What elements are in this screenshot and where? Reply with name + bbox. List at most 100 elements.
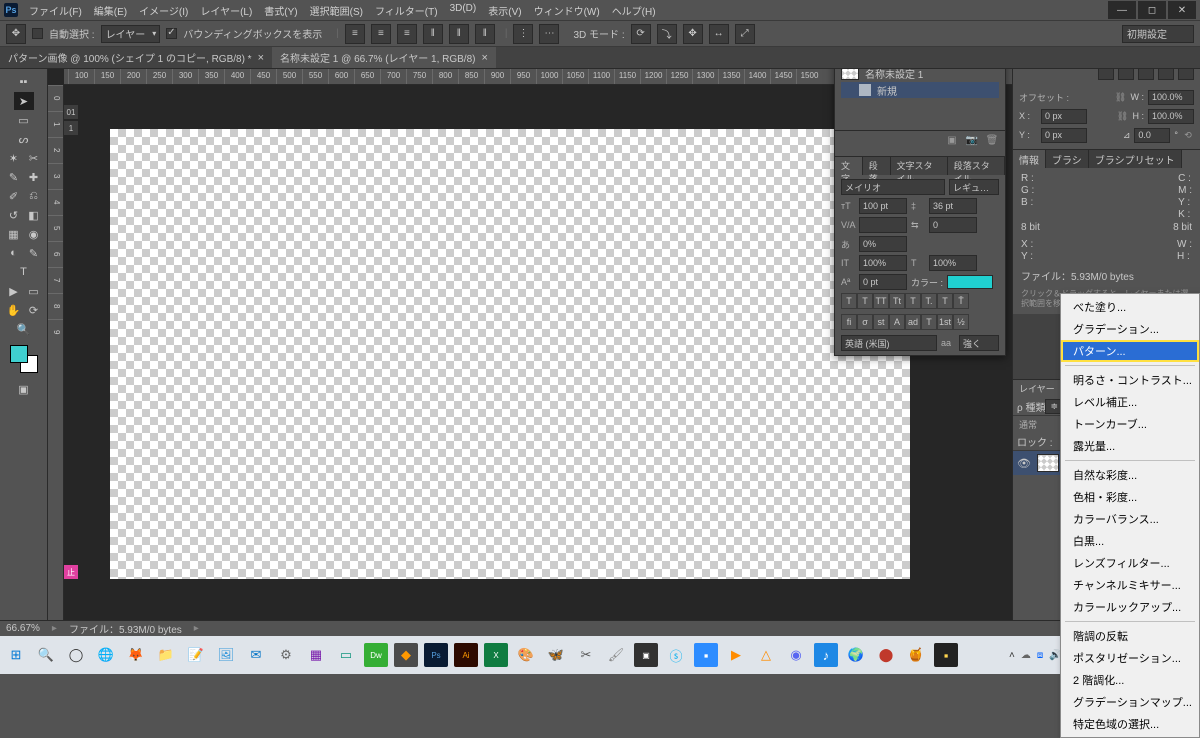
3d-orbit-icon[interactable]: ⟳ — [631, 24, 651, 44]
cloud-icon[interactable]: ☁ — [1021, 650, 1031, 661]
menu-item-1[interactable]: 編集(E) — [89, 1, 132, 20]
chrome-icon[interactable]: 🌐 — [94, 643, 118, 667]
gear-app-icon[interactable]: ⚙ — [274, 643, 298, 667]
hscale-field[interactable]: 100% — [929, 255, 977, 271]
align-top-icon[interactable]: ≡ — [345, 24, 365, 44]
start-button[interactable]: ⊞ — [4, 643, 28, 667]
type-tool[interactable]: T — [14, 263, 34, 281]
color-swatches[interactable] — [10, 345, 38, 373]
workspace-switcher[interactable]: 初期設定 — [1122, 25, 1194, 43]
align-bot-icon[interactable]: ≡ — [397, 24, 417, 44]
3d-slide-icon[interactable]: ↔ — [709, 24, 729, 44]
auto-select-target[interactable]: レイヤー — [101, 25, 161, 43]
zoom-app-icon[interactable]: ▪ — [694, 643, 718, 667]
record-icon[interactable]: ⬤ — [874, 643, 898, 667]
text-style-btn-5[interactable]: T. — [921, 293, 937, 309]
stamp-tool[interactable]: ⎌ — [24, 187, 44, 205]
opentype-btn-2[interactable]: st — [873, 314, 889, 330]
outlook-icon[interactable]: ✉ — [244, 643, 268, 667]
tracking-field[interactable]: 0 — [929, 217, 977, 233]
char-tab-2[interactable]: 文字スタイル — [891, 157, 948, 175]
search-icon[interactable]: 🔍 — [34, 643, 58, 667]
explorer-icon[interactable]: 📁 — [154, 643, 178, 667]
menu-item-4[interactable]: 書式(Y) — [259, 1, 302, 20]
history-doc-row[interactable]: 名称未設定 1 — [841, 69, 999, 81]
media-player-icon[interactable]: ▶ — [724, 643, 748, 667]
leading-field[interactable]: 36 pt — [929, 198, 977, 214]
illustrator-icon[interactable]: Ai — [454, 643, 478, 667]
clone-src-thumb-5[interactable] — [1178, 69, 1194, 80]
tab-close-icon[interactable]: × — [481, 52, 487, 64]
cortana-icon[interactable]: ◯ — [64, 643, 88, 667]
opentype-btn-7[interactable]: ½ — [953, 314, 969, 330]
opentype-btn-6[interactable]: 1st — [937, 314, 953, 330]
ctx-item-4[interactable]: 明るさ・コントラスト... — [1061, 369, 1199, 391]
menu-item-8[interactable]: 表示(V) — [483, 1, 526, 20]
clone-src-thumb-3[interactable] — [1138, 69, 1154, 80]
ctx-item-6[interactable]: トーンカーブ... — [1061, 413, 1199, 435]
zoom-tool[interactable]: 🔍 — [14, 320, 34, 338]
history-snapshot-icon[interactable]: ▣ — [945, 134, 959, 148]
move-tool-icon[interactable]: ✥ — [6, 24, 26, 44]
screen-mode-icon[interactable]: ▣ — [14, 380, 34, 398]
align-mid-icon[interactable]: ≡ — [371, 24, 391, 44]
menu-item-10[interactable]: ヘルプ(H) — [607, 1, 661, 20]
globe-icon[interactable]: 🌍 — [844, 643, 868, 667]
text-style-btn-6[interactable]: T — [937, 293, 953, 309]
menu-item-9[interactable]: ウィンドウ(W) — [529, 1, 605, 20]
pen-tool[interactable]: ✎ — [24, 244, 44, 262]
opentype-btn-0[interactable]: fi — [841, 314, 857, 330]
text-style-btn-7[interactable]: T̄ — [953, 293, 969, 309]
discord-icon[interactable]: ◉ — [784, 643, 808, 667]
foreground-color[interactable] — [10, 345, 28, 363]
quick-select-tool[interactable]: ✶ — [4, 149, 24, 167]
text-style-btn-2[interactable]: TT — [873, 293, 889, 309]
opentype-btn-4[interactable]: ad — [905, 314, 921, 330]
jar-icon[interactable]: 🍯 — [904, 643, 928, 667]
history-camera-icon[interactable]: 📷 — [965, 134, 979, 148]
shape-tool[interactable]: ▭ — [24, 282, 44, 300]
show-bounds-checkbox[interactable] — [166, 28, 177, 39]
anti-alias-field[interactable]: 強く — [959, 335, 999, 351]
font-style-field[interactable]: レギュ… — [949, 179, 999, 195]
dist-h-icon[interactable]: ⋮ — [513, 24, 533, 44]
ctx-item-5[interactable]: レベル補正... — [1061, 391, 1199, 413]
menu-item-7[interactable]: 3D(D) — [445, 1, 482, 20]
opentype-btn-5[interactable]: T — [921, 314, 937, 330]
3d-roll-icon[interactable]: ⤵ — [657, 24, 677, 44]
text-style-btn-1[interactable]: T — [857, 293, 873, 309]
music-icon[interactable]: ♪ — [814, 643, 838, 667]
menu-item-5[interactable]: 選択範囲(S) — [305, 1, 368, 20]
w-field[interactable]: 100.0% — [1148, 90, 1194, 105]
dark-app-icon[interactable]: ▪ — [934, 643, 958, 667]
dropbox-icon[interactable]: ⧈ — [1037, 650, 1043, 661]
systray-chevron[interactable]: ˄ — [1009, 650, 1015, 661]
butterfly-icon[interactable]: 🦋 — [544, 643, 568, 667]
ctx-item-13[interactable]: レンズフィルター... — [1061, 552, 1199, 574]
hand-tool[interactable]: ✋ — [4, 301, 24, 319]
floating-panel-group[interactable]: ヒストリー « 名称未設定 1 新規 ▣ 📷 🗑 — [834, 69, 1006, 356]
ctx-item-11[interactable]: カラーバランス... — [1061, 508, 1199, 530]
skype-icon[interactable]: ⓢ — [664, 643, 688, 667]
ctx-item-21[interactable]: 特定色域の選択... — [1061, 713, 1199, 735]
crop-tool[interactable]: ✂ — [24, 149, 44, 167]
layers-tab-0[interactable]: レイヤー — [1013, 380, 1062, 398]
angle-field[interactable]: 0.0 — [1134, 128, 1170, 143]
blur-tool[interactable]: ◉ — [24, 225, 44, 243]
excel-icon[interactable]: X — [484, 643, 508, 667]
3d-scale-icon[interactable]: ⤢ — [735, 24, 755, 44]
ctx-item-10[interactable]: 色相・彩度... — [1061, 486, 1199, 508]
firefox-icon[interactable]: 🦊 — [124, 643, 148, 667]
font-size-field[interactable]: 100 pt — [859, 198, 907, 214]
menu-item-0[interactable]: ファイル(F) — [24, 1, 87, 20]
notes-icon[interactable]: 📝 — [184, 643, 208, 667]
gradient-tool[interactable]: ▦ — [4, 225, 24, 243]
eraser-tool[interactable]: ◧ — [24, 206, 44, 224]
language-field[interactable]: 英語 (米国) — [841, 335, 937, 351]
eyedropper-tool[interactable]: ✎ — [4, 168, 24, 186]
ctx-item-1[interactable]: グラデーション... — [1061, 318, 1199, 340]
heal-tool[interactable]: ✚ — [24, 168, 44, 186]
onenote-icon[interactable]: ▦ — [304, 643, 328, 667]
zoom-display[interactable]: 66.67% — [6, 623, 40, 634]
sublime-icon[interactable]: ◆ — [394, 643, 418, 667]
